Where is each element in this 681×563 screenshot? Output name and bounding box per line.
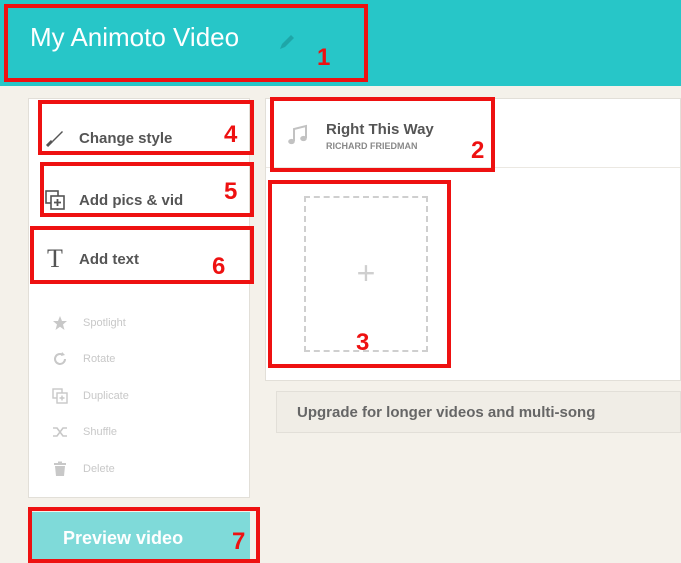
duplicate-tool[interactable]: Duplicate: [51, 386, 129, 406]
callout-number-5: 5: [224, 178, 238, 205]
spotlight-label: Spotlight: [83, 317, 126, 329]
shuffle-tool[interactable]: Shuffle: [51, 422, 117, 442]
callout-number-6: 6: [212, 253, 226, 280]
callout-box-7: [28, 507, 260, 563]
callout-box-1: [4, 4, 368, 82]
spotlight-tool[interactable]: Spotlight: [51, 313, 126, 333]
rotate-label: Rotate: [83, 353, 116, 365]
delete-tool[interactable]: Delete: [51, 459, 115, 479]
star-icon: [51, 314, 69, 332]
callout-number-3: 3: [356, 329, 370, 356]
callout-number-4: 4: [224, 121, 238, 148]
callout-number-2: 2: [471, 137, 485, 164]
upgrade-banner[interactable]: Upgrade for longer videos and multi-song: [276, 391, 681, 433]
delete-label: Delete: [83, 463, 115, 475]
callout-number-1: 1: [317, 44, 331, 71]
upgrade-text: Upgrade for longer videos and multi-song: [297, 404, 596, 421]
callout-box-5: [40, 162, 254, 217]
rotate-icon: [51, 350, 69, 368]
callout-box-2: [270, 97, 495, 172]
callout-box-4: [38, 100, 254, 155]
duplicate-icon: [51, 387, 69, 405]
trash-icon: [51, 460, 69, 478]
rotate-tool[interactable]: Rotate: [51, 349, 115, 369]
shuffle-label: Shuffle: [83, 426, 118, 438]
duplicate-label: Duplicate: [83, 390, 129, 402]
sidebar: Change style Add pics & vid T Add text S…: [28, 98, 250, 498]
callout-number-7: 7: [232, 528, 246, 555]
shuffle-icon: [51, 423, 69, 441]
